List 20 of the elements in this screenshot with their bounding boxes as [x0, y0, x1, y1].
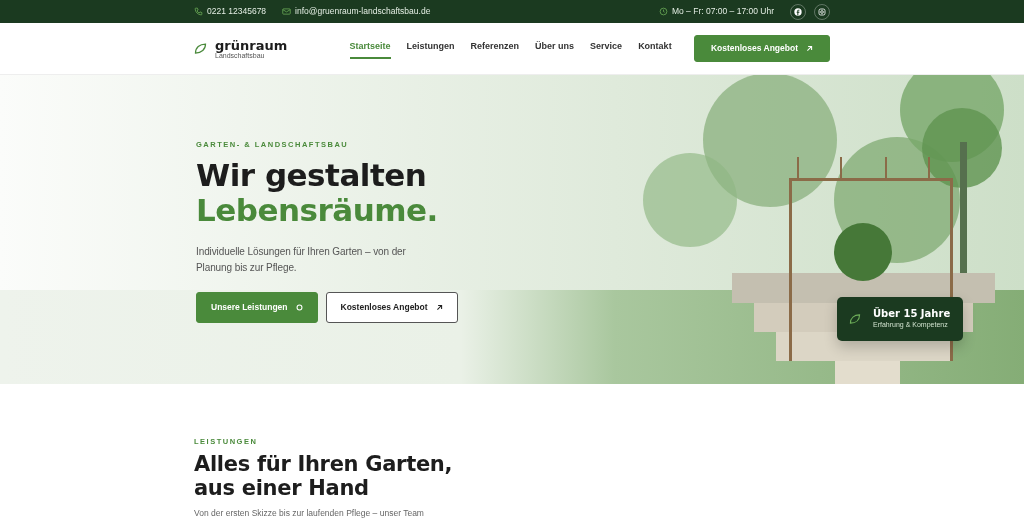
section-title: Alles für Ihren Garten, [194, 453, 454, 477]
hero-title: Lebensräume. [196, 192, 439, 228]
services-button[interactable]: Unsere Leistungen [196, 291, 318, 323]
hero-title: Wir gestalten [196, 158, 428, 193]
nav-link[interactable]: Service [590, 37, 623, 60]
nav-link[interactable]: Referenzen [470, 37, 520, 60]
nav-link[interactable]: Startseite [349, 37, 391, 60]
email-link[interactable]: info@gruenraum-landschaftsbau.de [295, 5, 431, 18]
nav-link[interactable]: Kontakt [638, 37, 672, 60]
nav-link[interactable]: Leistungen [406, 37, 455, 60]
section-title: aus einer Hand [194, 476, 370, 501]
badge-title: Über 15 Jahre [873, 307, 951, 320]
nav-link[interactable]: Über uns [535, 37, 575, 60]
phone-number[interactable]: 0221 12345678 [207, 5, 267, 18]
opening-hours: Mo – Fr: 07:00 – 17:00 Uhr [671, 5, 774, 18]
logo-name[interactable]: grünraum [215, 38, 288, 52]
hero-lead: Individuelle Lösungen für Ihren Garten – von der Planung bis zur Pflege. [196, 244, 407, 275]
section-intro: Von der ersten Skizze bis zur laufenden Pflege – unser Team [194, 508, 425, 519]
quote-button[interactable]: Kostenloses Angebot [325, 291, 458, 323]
quote-button[interactable]: Kostenloses Angebot [693, 35, 830, 62]
